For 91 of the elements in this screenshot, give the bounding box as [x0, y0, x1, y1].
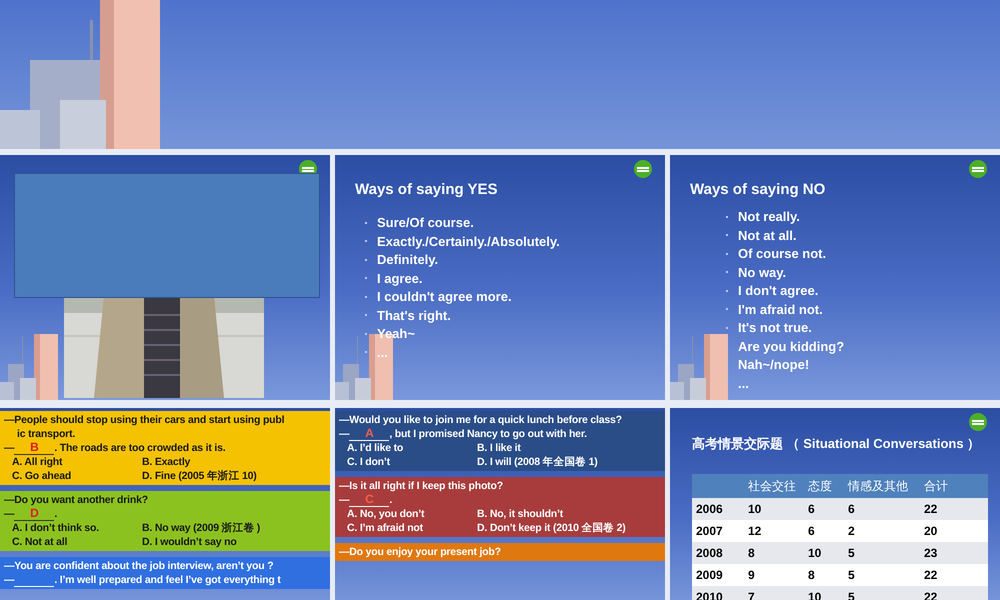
list-item: ...: [377, 344, 388, 362]
list-item: I agree.: [377, 270, 423, 288]
reply-text: .: [389, 493, 392, 507]
logo-icon: [633, 159, 653, 179]
table-cell-text: 2009: [696, 566, 724, 584]
list-item: Exactly./Certainly./Absolutely.: [377, 232, 560, 251]
column-header: 社会交往: [748, 478, 797, 494]
list-item: No way.: [738, 264, 786, 282]
dash-text: —: [4, 441, 14, 455]
slide-thumbnail[interactable]: [335, 408, 665, 600]
table-cell-text: 6: [848, 500, 856, 518]
question-text: —Do you enjoy your present job?: [339, 545, 502, 559]
option-text: B. No, it shouldn’t: [477, 507, 564, 521]
table-cell-text: 23: [924, 544, 938, 562]
slide-thumbnail[interactable]: [0, 155, 330, 400]
table-cell-text: 6: [808, 522, 816, 540]
list-item: Definitely.: [377, 251, 438, 269]
column-header: 合计: [924, 478, 949, 494]
slide-title: Ways of saying YES: [355, 180, 499, 200]
reply-text: , but I promised Nancy to go out with her.: [389, 427, 587, 441]
table-cell-text: 2008: [696, 544, 724, 562]
table-cell-text: 22: [924, 566, 938, 584]
option-text: C. Go ahead: [12, 469, 72, 483]
table-cell-text: 5: [848, 566, 856, 584]
option-text: D. Fine (2005 年浙江 10): [142, 469, 258, 483]
table-cell-text: 8: [808, 566, 816, 584]
list-item: Yeah~: [377, 325, 415, 343]
dash-text: —: [339, 427, 350, 441]
option-text: A. All right: [12, 455, 64, 469]
column-header: 情感及其他: [848, 478, 909, 494]
table-cell-text: 2006: [696, 500, 724, 518]
option-text: D. Don’t keep it (2010 全国卷 2): [477, 521, 627, 535]
table-cell-text: 5: [848, 544, 856, 562]
list-item: Are you kidding?: [738, 338, 844, 356]
list-item: I don't agree.: [738, 282, 818, 300]
option-text: A. I’d like to: [347, 441, 404, 455]
table-cell-text: 20: [924, 522, 938, 540]
table-cell-text: 12: [748, 522, 762, 540]
logo-icon: [968, 159, 988, 179]
list-item: I'm afraid not.: [738, 300, 823, 318]
column-header: 态度: [808, 478, 833, 494]
reply-text: .: [54, 507, 58, 521]
question-text: —Would you like to join me for a quick lunch before class?: [339, 413, 623, 427]
reply-text: . The roads are too crowded as it is.: [54, 441, 226, 455]
table-cell-text: 2007: [696, 522, 724, 540]
dash-text: —: [339, 493, 350, 507]
option-text: A. I don’t think so.: [12, 521, 100, 535]
table-cell-text: 10: [808, 544, 822, 562]
list-item: ...: [738, 374, 749, 392]
list-item: Not at all.: [738, 226, 797, 244]
table-cell-text: 10: [748, 500, 762, 518]
table-cell-text: 2: [848, 522, 856, 540]
dash-text: —: [4, 573, 14, 587]
list-item: Not really.: [738, 208, 800, 226]
list-item: Nah~/nope!: [738, 356, 810, 374]
slide-thumbnail[interactable]: Ways of saying NO Not really. Not at all. Of course not. No way. I don't agree. I'm afraid not. It's not true. Are you kidding? Nah~/nope! ...: [670, 155, 1000, 400]
option-text: B. I like it: [477, 441, 522, 455]
slide-title: 高考情景交际题 （ Situational Conversations ）: [692, 435, 982, 453]
list-item: That's right.: [377, 306, 451, 325]
slide-thumbnail[interactable]: [0, 0, 1000, 149]
slide-title: Ways of saying NO: [690, 180, 826, 200]
question-text: —People should stop using their cars and start using publ: [4, 413, 286, 427]
answer-letter: A: [365, 427, 374, 440]
option-text: A. No, you don’t: [347, 507, 426, 521]
option-text: B. Exactly: [142, 455, 192, 469]
question-text: —Do you want another drink?: [4, 493, 149, 507]
answer-letter: C: [365, 493, 374, 506]
reply-text: . I’m well prepared and feel I’ve got everything t: [54, 573, 281, 587]
table-cell-text: 9: [748, 566, 756, 584]
question-text: ic transport.: [16, 427, 76, 441]
list-item: Sure/Of course.: [377, 214, 474, 232]
slide-thumbnail[interactable]: [0, 408, 330, 600]
list-item: Of course not.: [738, 245, 826, 263]
list-item: I couldn't agree more.: [377, 288, 512, 306]
option-text: C. I don’t: [347, 455, 391, 469]
table-cell-text: 22: [924, 500, 938, 518]
table-cell-text: 6: [808, 500, 816, 518]
option-text: D. I will (2008 年全国卷 1): [477, 455, 599, 469]
slide-thumbnail[interactable]: Ways of saying YES Sure/Of course. Exactly./Certainly./Absolutely. Definitely. I agree. I couldn't agree more. That's right. Yeah~ ...: [335, 155, 665, 400]
dash-text: —: [4, 507, 14, 521]
option-text: B. No way (2009 浙江卷 ): [142, 521, 262, 535]
answer-letter: D: [30, 507, 39, 520]
logo-icon: [968, 412, 988, 432]
question-text: —Is it all right if I keep this photo?: [339, 479, 504, 493]
question-text: —You are confident about the job interview, aren’t you ?: [4, 559, 274, 573]
option-text: C. Not at all: [12, 535, 68, 549]
table-cell-text: 8: [748, 544, 756, 562]
option-text: D. I wouldn’t say no: [142, 535, 238, 549]
list-item: It's not true.: [738, 319, 812, 337]
option-text: C. I’m afraid not: [347, 521, 424, 535]
answer-letter: B: [30, 441, 39, 454]
